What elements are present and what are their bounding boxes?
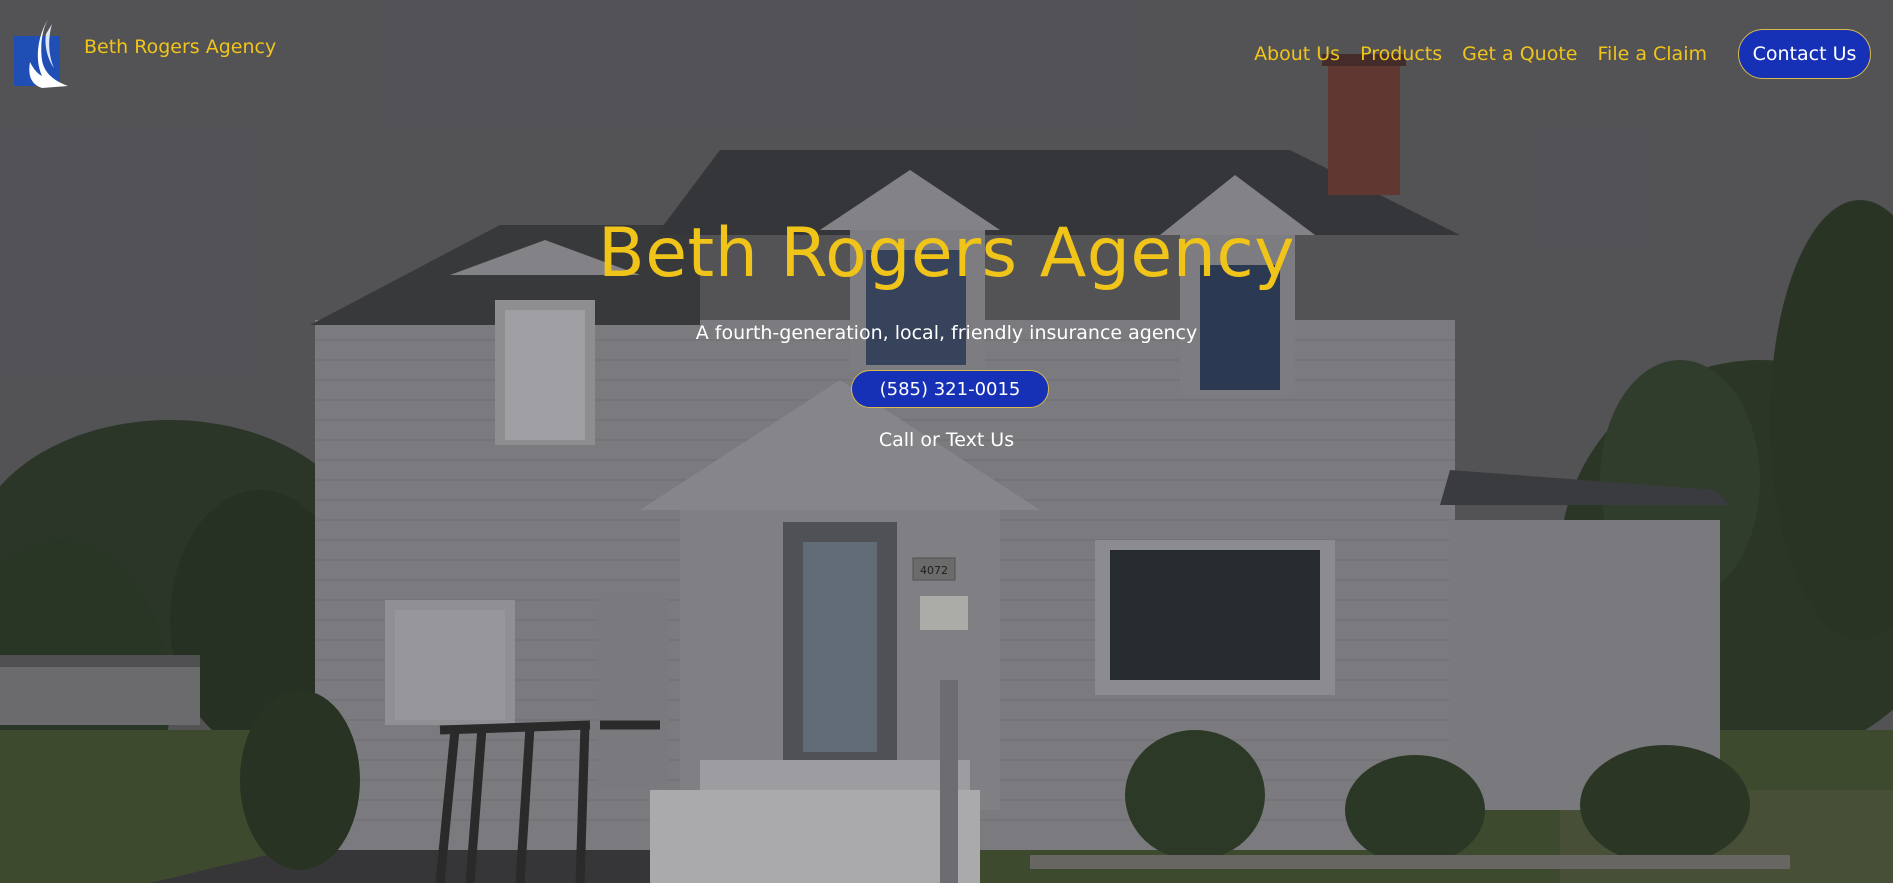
nav-link-file-a-claim[interactable]: File a Claim <box>1598 43 1708 65</box>
nav-link-get-a-quote[interactable]: Get a Quote <box>1462 43 1577 65</box>
nav-link-products[interactable]: Products <box>1360 43 1442 65</box>
hero-subtitle: A fourth-generation, local, friendly ins… <box>695 322 1198 344</box>
main-nav: About Us Products Get a Quote File a Cla… <box>1234 29 1871 79</box>
nav-link-about-us[interactable]: About Us <box>1254 43 1340 65</box>
brand-home-link[interactable]: Beth Rogers Agency <box>12 14 276 92</box>
phone-call-button[interactable]: (585) 321-0015 <box>851 370 1049 408</box>
brand-name: Beth Rogers Agency <box>84 36 277 58</box>
hero-title: Beth Rogers Agency <box>598 214 1295 293</box>
svg-text:4072: 4072 <box>920 564 948 577</box>
contact-us-button[interactable]: Contact Us <box>1738 29 1871 79</box>
nationwide-eagle-logo-icon <box>14 16 68 88</box>
call-or-text-label: Call or Text Us <box>878 429 1015 451</box>
house-number-plate: 4072 <box>920 564 948 577</box>
